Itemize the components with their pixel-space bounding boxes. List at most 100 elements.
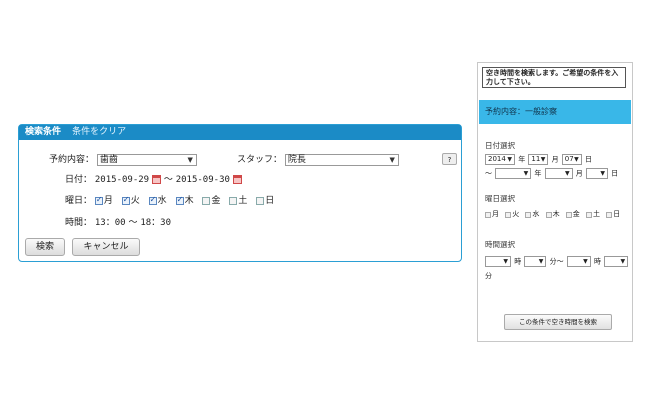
chevron-down-icon: ▼ <box>620 258 626 265</box>
weekday-label-sun: 日 <box>265 196 275 206</box>
year-to-select[interactable]: ▼ <box>495 168 532 179</box>
weekday-checkbox-mon[interactable] <box>485 211 491 218</box>
time-label: 時間： <box>65 218 93 228</box>
weekday-checkbox-sun[interactable] <box>256 196 265 205</box>
minute-unit: 分 <box>549 257 557 266</box>
time-row: 時間： 13：00 〜 18：30 <box>65 215 171 228</box>
day-to-select[interactable]: ▼ <box>585 168 608 179</box>
time-range-separator: 〜 <box>556 257 564 266</box>
reservation-row: 予約内容： 歯齒 ▼ <box>49 152 197 166</box>
year-select[interactable]: 2014 ▼ <box>485 154 515 165</box>
minute-from-select[interactable]: ▼ <box>524 256 547 267</box>
reservation-label: 予約内容： <box>49 155 95 165</box>
date-row: 日付： 2015-09-29 〜 2015-09-30 <box>65 172 242 185</box>
weekday-label-wed: 水 <box>532 210 540 218</box>
weekday-select-row: 月 火 水 木 金 土 日 <box>485 209 627 221</box>
date-from-field[interactable]: 2015-09-29 <box>95 175 149 185</box>
weekday-label-sat: 土 <box>592 210 600 218</box>
weekday-label-mon: 月 <box>103 196 113 206</box>
weekday-label-tue: 火 <box>130 196 140 206</box>
chevron-down-icon: ▼ <box>507 156 512 163</box>
weekday-checkbox-fri[interactable] <box>565 211 572 218</box>
month-to-select[interactable]: ▼ <box>544 168 573 179</box>
day-unit: 日 <box>584 155 592 164</box>
panel-header: 検索条件 条件をクリア <box>19 125 461 140</box>
weekday-label-thu: 木 <box>552 210 560 218</box>
help-button[interactable]: ? <box>442 153 457 165</box>
day-unit: 日 <box>611 169 619 178</box>
weekday-select-label: 曜日選択 <box>485 194 515 203</box>
date-select-label: 日付選択 <box>485 141 515 150</box>
date-to-field[interactable]: 2015-09-30 <box>176 175 230 185</box>
calendar-icon[interactable] <box>151 175 161 184</box>
weekday-checkbox-thu[interactable] <box>545 211 552 218</box>
chevron-down-icon: ▼ <box>600 170 605 177</box>
hour-unit: 時 <box>514 257 522 266</box>
panel-title: 検索条件 <box>25 127 62 137</box>
chevron-down-icon: ▼ <box>503 258 508 265</box>
chevron-down-icon: ▼ <box>574 156 579 163</box>
chevron-down-icon: ▼ <box>583 258 588 265</box>
search-panel: 検索条件 条件をクリア 予約内容： 歯齒 ▼ スタッフ： 院長 ▼ ? 日付： … <box>18 124 462 262</box>
date-label: 日付： <box>65 175 93 185</box>
time-minute-row: 分 <box>485 271 492 282</box>
month-select-value: 11 <box>531 155 541 163</box>
weekday-checkbox-thu[interactable] <box>175 195 184 205</box>
cancel-button[interactable]: キャンセル <box>72 238 140 256</box>
time-select-row: ▼ 時 ▼ 分〜 ▼ 時 ▼ <box>485 256 629 268</box>
date-to-row: 〜 ▼ 年 ▼ 月 ▼ 日 <box>485 168 618 180</box>
year-unit: 年 <box>518 155 526 164</box>
time-from-field[interactable]: 13：00 <box>95 218 126 228</box>
reservation-title-bar: 予約内容：一般診察 <box>479 100 631 124</box>
weekday-label-tue: 火 <box>512 210 520 218</box>
minute-unit: 分 <box>485 272 492 280</box>
hour-from-select[interactable]: ▼ <box>485 256 511 267</box>
month-select[interactable]: 11 ▼ <box>528 154 549 165</box>
chevron-down-icon: ▼ <box>538 258 544 265</box>
hour-unit: 時 <box>593 257 601 266</box>
time-range-separator: 〜 <box>128 218 138 228</box>
chevron-down-icon: ▼ <box>187 155 193 164</box>
chevron-down-icon: ▼ <box>523 170 529 177</box>
weekday-checkbox-tue[interactable] <box>121 195 130 205</box>
weekday-checkbox-mon[interactable] <box>94 195 103 205</box>
clear-conditions-link[interactable]: 条件をクリア <box>72 127 126 137</box>
notice-box: 空き時間を検索します。ご希望の条件を入力して下さい。 <box>482 67 626 88</box>
weekday-checkbox-wed[interactable] <box>525 211 532 218</box>
weekday-checkbox-tue[interactable] <box>505 211 512 218</box>
date-select-row: 2014 ▼ 年 11 ▼ 月 07 ▼ 日 <box>485 154 592 166</box>
day-select-value: 07 <box>564 155 574 163</box>
weekday-label-sun: 日 <box>613 210 621 218</box>
weekday-checkbox-sat[interactable] <box>585 211 592 218</box>
weekday-label: 曜日： <box>65 196 93 206</box>
chevron-down-icon: ▼ <box>540 156 546 163</box>
day-select[interactable]: 07 ▼ <box>561 154 582 165</box>
reservation-select[interactable]: 歯齒 ▼ <box>96 153 197 166</box>
year-unit: 年 <box>534 169 542 178</box>
staff-row: スタッフ： 院長 ▼ <box>237 152 399 166</box>
mobile-search-panel: 空き時間を検索します。ご希望の条件を入力して下さい。 予約内容：一般診察 日付選… <box>477 62 633 342</box>
staff-select[interactable]: 院長 ▼ <box>284 153 399 166</box>
staff-label: スタッフ： <box>237 155 283 165</box>
weekday-label-sat: 土 <box>238 196 248 206</box>
mobile-search-button[interactable]: この条件で空き時間を検索 <box>504 314 612 330</box>
weekday-checkbox-sat[interactable] <box>229 196 238 205</box>
minute-to-select[interactable]: ▼ <box>604 256 629 267</box>
staff-select-value: 院長 <box>287 154 306 165</box>
calendar-icon[interactable] <box>232 175 242 184</box>
weekday-label-fri: 金 <box>572 210 580 218</box>
weekday-checkbox-wed[interactable] <box>148 195 157 205</box>
weekday-checkbox-sun[interactable] <box>606 211 613 218</box>
time-select-label: 時間選択 <box>485 240 515 249</box>
month-unit: 月 <box>575 169 583 178</box>
search-button[interactable]: 検索 <box>25 238 65 256</box>
date-range-separator: 〜 <box>485 169 492 178</box>
weekday-label-wed: 水 <box>157 196 167 206</box>
month-unit: 月 <box>551 155 559 164</box>
date-range-separator: 〜 <box>163 175 173 185</box>
time-to-field[interactable]: 18：30 <box>140 218 171 228</box>
hour-to-select[interactable]: ▼ <box>566 256 591 267</box>
weekday-label-fri: 金 <box>211 196 221 206</box>
weekday-checkbox-fri[interactable] <box>202 196 211 205</box>
chevron-down-icon: ▼ <box>389 155 395 164</box>
